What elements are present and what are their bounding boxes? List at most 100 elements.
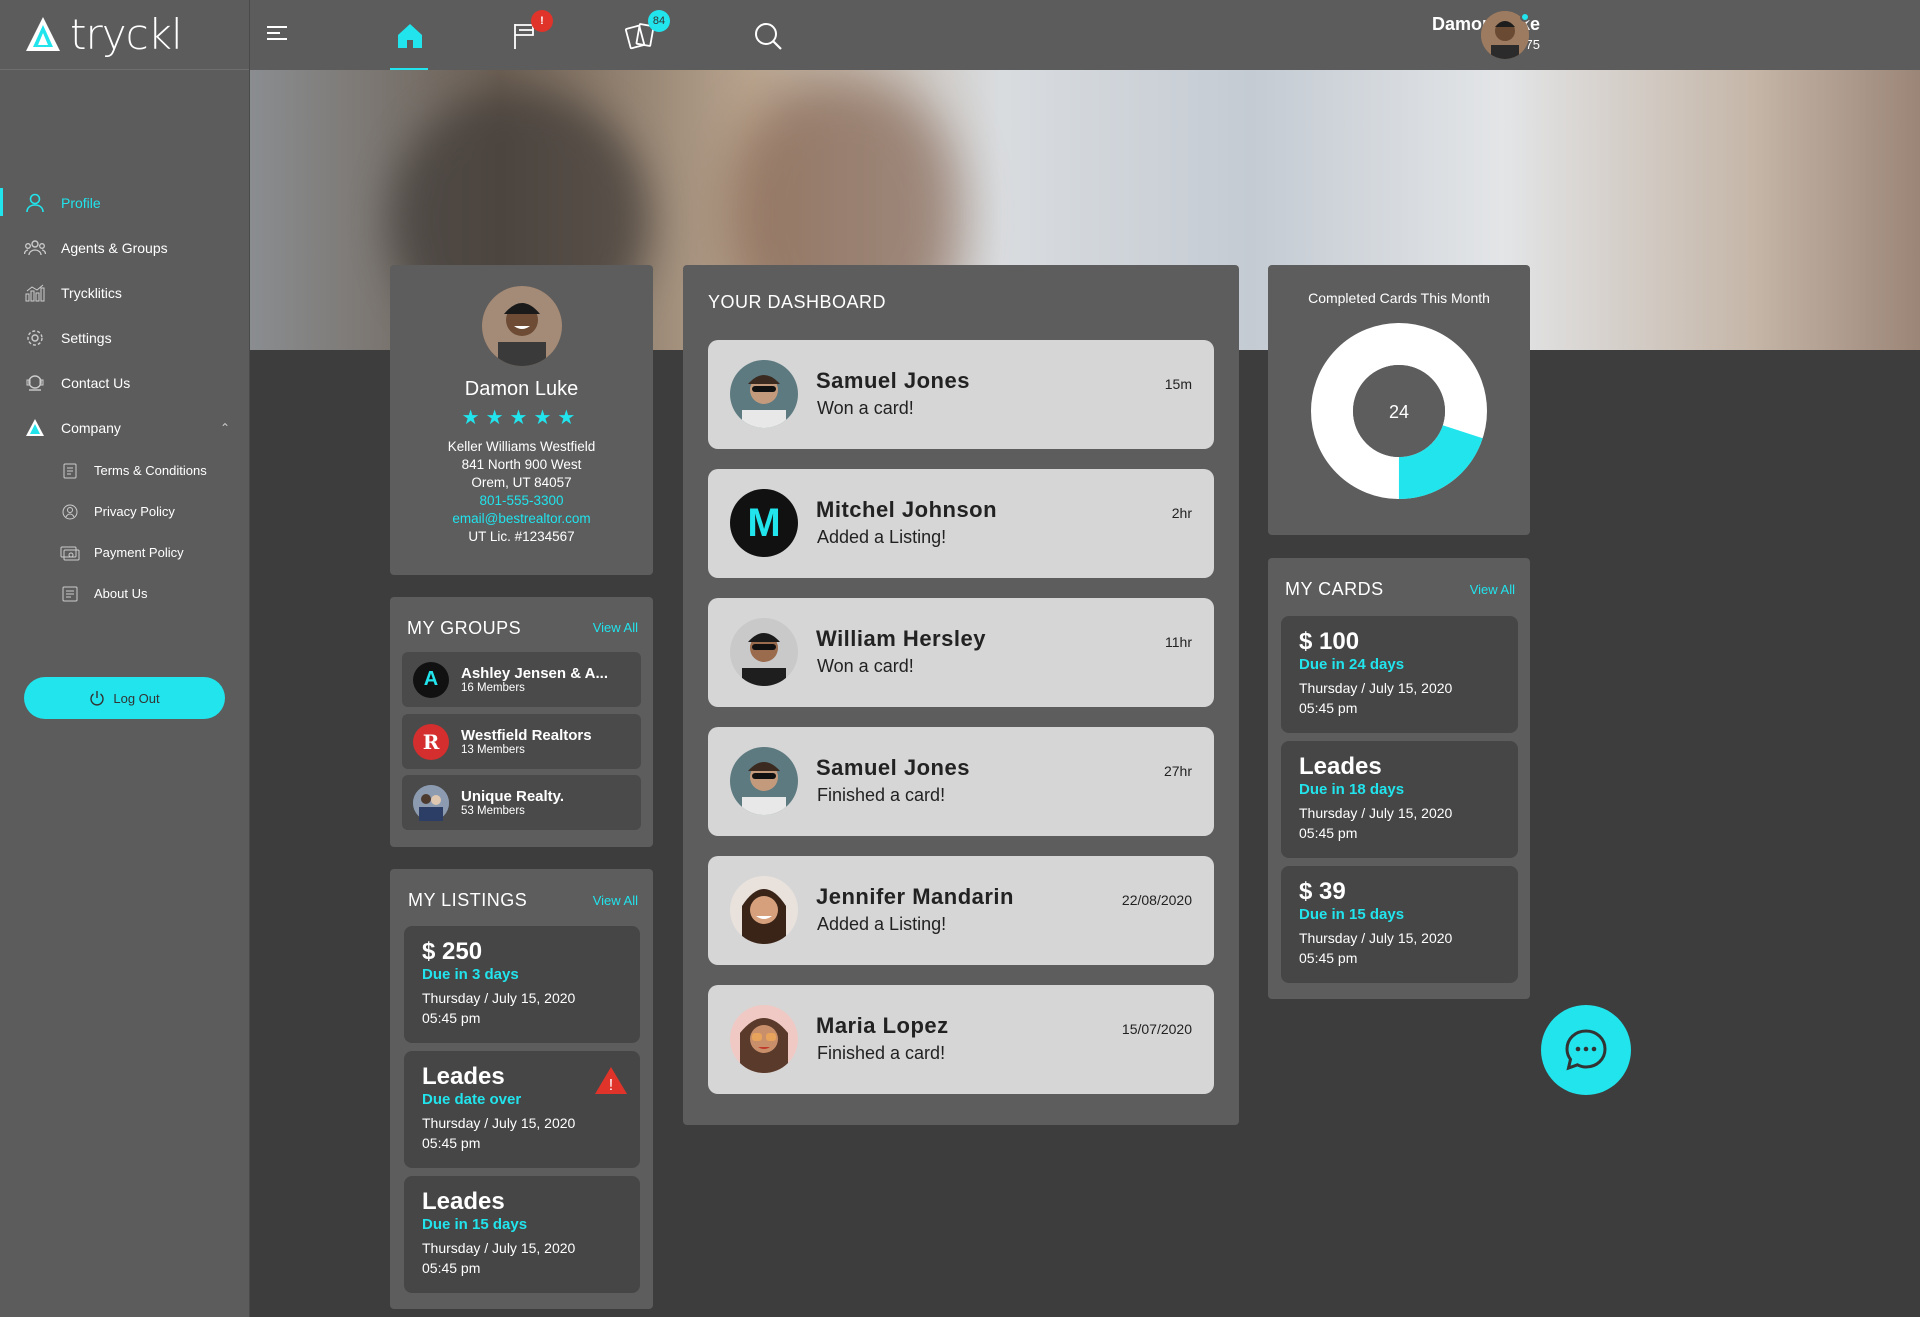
listing-title: Leades (422, 1063, 505, 1090)
listing-card[interactable]: Leades Due date over Thursday / July 15,… (404, 1051, 640, 1168)
card-title: $ 100 (1299, 628, 1360, 655)
feed-action: Finished a card! (817, 1043, 946, 1063)
card-date: Thursday / July 15, 2020 (1299, 930, 1453, 946)
listing-due: Due date over (422, 1091, 522, 1108)
feed-item[interactable]: Maria Lopez Finished a card! 15/07/2020 (708, 985, 1214, 1094)
chat-icon (1565, 1029, 1607, 1071)
group-avatar (413, 784, 449, 821)
listing-time: 05:45 pm (422, 1010, 481, 1026)
completed-cards-title: Completed Cards This Month (1308, 290, 1490, 306)
card-item[interactable]: $ 39 Due in 15 days Thursday / July 15, … (1281, 866, 1518, 983)
sidebar-item-label: Agents & Groups (61, 239, 168, 256)
listing-title: $ 250 (422, 938, 483, 965)
feed-action: Won a card! (817, 656, 914, 676)
feed-item[interactable]: M Mitchel Johnson Added a Listing! 2hr (708, 469, 1214, 578)
sidebar-subitem-label: About Us (94, 586, 148, 601)
card-time: 05:45 pm (1299, 700, 1358, 716)
completed-cards-value: 24 (1389, 402, 1409, 422)
home-icon[interactable] (390, 16, 430, 71)
profile-info: Keller Williams Westfield 841 North 900 … (390, 438, 653, 546)
card-title: $ 39 (1299, 878, 1346, 905)
card-item[interactable]: Leades Due in 18 days Thursday / July 15… (1281, 741, 1518, 858)
group-members: 16 Members (461, 682, 525, 694)
listing-card[interactable]: Leades Due in 15 days Thursday / July 15… (404, 1176, 640, 1293)
sidebar-item-label: Trycklitics (61, 284, 122, 301)
view-all-listings-link[interactable]: View All (593, 893, 638, 908)
profile-email-link[interactable]: email@bestrealtor.com (390, 510, 653, 528)
flag-icon[interactable]: ! (505, 10, 553, 56)
listing-title: Leades (422, 1188, 505, 1215)
feed-item[interactable]: William Hersley Won a card! 11hr (708, 598, 1214, 707)
group-members: 13 Members (461, 744, 525, 756)
group-item[interactable]: Unique Realty. 53 Members (402, 775, 641, 830)
card-item[interactable]: $ 100 Due in 24 days Thursday / July 15,… (1281, 616, 1518, 733)
listing-due: Due in 3 days (422, 966, 519, 983)
view-all-groups-link[interactable]: View All (593, 620, 638, 635)
group-item[interactable]: A Ashley Jensen & A... 16 Members (402, 652, 641, 707)
brand-name: tryckl (70, 10, 183, 59)
gear-icon (24, 327, 46, 349)
sidebar-item-agents-groups[interactable]: Agents & Groups (0, 225, 250, 270)
dashboard-panel: YOUR DASHBOARD Samuel Jones Won a card! … (683, 265, 1239, 1125)
group-name: Unique Realty. (461, 788, 565, 805)
feed-time: 2hr (1171, 505, 1192, 521)
company-icon (24, 417, 46, 439)
logout-button[interactable]: Log Out (24, 677, 225, 719)
cards-icon[interactable]: 84 (622, 10, 670, 56)
profile-avatar[interactable] (481, 286, 562, 366)
profile-company: Keller Williams Westfield (447, 439, 596, 454)
sidebar-subitem-privacy[interactable]: Privacy Policy (0, 491, 250, 532)
feed-avatar (730, 618, 798, 686)
contact-icon (24, 372, 46, 394)
sidebar-item-contact-us[interactable]: Contact Us (0, 360, 250, 405)
card-due: Due in 24 days (1299, 656, 1405, 673)
feed-time: 11hr (1165, 634, 1192, 650)
feed-item[interactable]: Samuel Jones Finished a card! 27hr (708, 727, 1214, 836)
hamburger-menu-icon[interactable] (266, 24, 288, 47)
sidebar-subitem-terms[interactable]: Terms & Conditions (0, 450, 250, 491)
group-members: 53 Members (461, 805, 525, 817)
sidebar-item-profile[interactable]: Profile (0, 180, 250, 225)
search-icon[interactable] (748, 16, 788, 56)
card-date: Thursday / July 15, 2020 (1299, 680, 1453, 696)
warning-mark: ! (609, 1077, 613, 1094)
dashboard-title: YOUR DASHBOARD (708, 292, 887, 312)
feed-action: Added a Listing! (817, 527, 947, 547)
profile-phone-link[interactable]: 801-555-3300 (390, 492, 653, 510)
sidebar-subitem-label: Privacy Policy (94, 504, 175, 519)
sidebar-item-label: Company (61, 419, 121, 436)
profile-name: Damon Luke (464, 378, 579, 400)
sidebar-subitem-payment[interactable]: Payment Policy (0, 532, 250, 573)
group-avatar: R (413, 723, 449, 760)
feed-item[interactable]: Jennifer Mandarin Added a Listing! 22/08… (708, 856, 1214, 965)
view-all-cards-link[interactable]: View All (1470, 582, 1515, 597)
brand[interactable]: tryckl (0, 0, 249, 70)
sidebar-item-trycklitics[interactable]: Trycklitics (0, 270, 250, 315)
feed-action: Added a Listing! (817, 914, 947, 934)
listing-date: Thursday / July 15, 2020 (422, 1240, 576, 1256)
warning-icon: ! (594, 1065, 628, 1095)
card-time: 05:45 pm (1299, 950, 1358, 966)
sidebar-item-label: Contact Us (61, 374, 131, 391)
my-cards-panel: MY CARDS View All $ 100 Due in 24 days T… (1268, 558, 1530, 999)
listing-due: Due in 15 days (422, 1216, 528, 1233)
card-title: Leades (1299, 753, 1382, 780)
logout-label: Log Out (113, 690, 160, 706)
my-groups-panel: MY GROUPS View All A Ashley Jensen & A..… (390, 597, 653, 847)
sidebar-item-settings[interactable]: Settings (0, 315, 250, 360)
sidebar-item-company[interactable]: Company ⌃ (0, 405, 250, 450)
group-item[interactable]: R Westfield Realtors 13 Members (402, 714, 641, 769)
sidebar-subitem-about[interactable]: About Us (0, 573, 250, 614)
group-icon (24, 237, 46, 259)
chevron-up-icon[interactable]: ⌃ (220, 421, 230, 435)
feed-time: 27hr (1163, 763, 1192, 779)
feed-item[interactable]: Samuel Jones Won a card! 15m (708, 340, 1214, 449)
payment-icon (60, 543, 80, 563)
chat-button[interactable] (1541, 1005, 1631, 1095)
listing-time: 05:45 pm (422, 1260, 481, 1276)
listing-card[interactable]: $ 250 Due in 3 days Thursday / July 15, … (404, 926, 640, 1043)
card-due: Due in 18 days (1299, 781, 1405, 798)
feed-time: 15m (1164, 376, 1192, 392)
tryckl-logo-icon (26, 16, 60, 51)
listing-time: 05:45 pm (422, 1135, 481, 1151)
